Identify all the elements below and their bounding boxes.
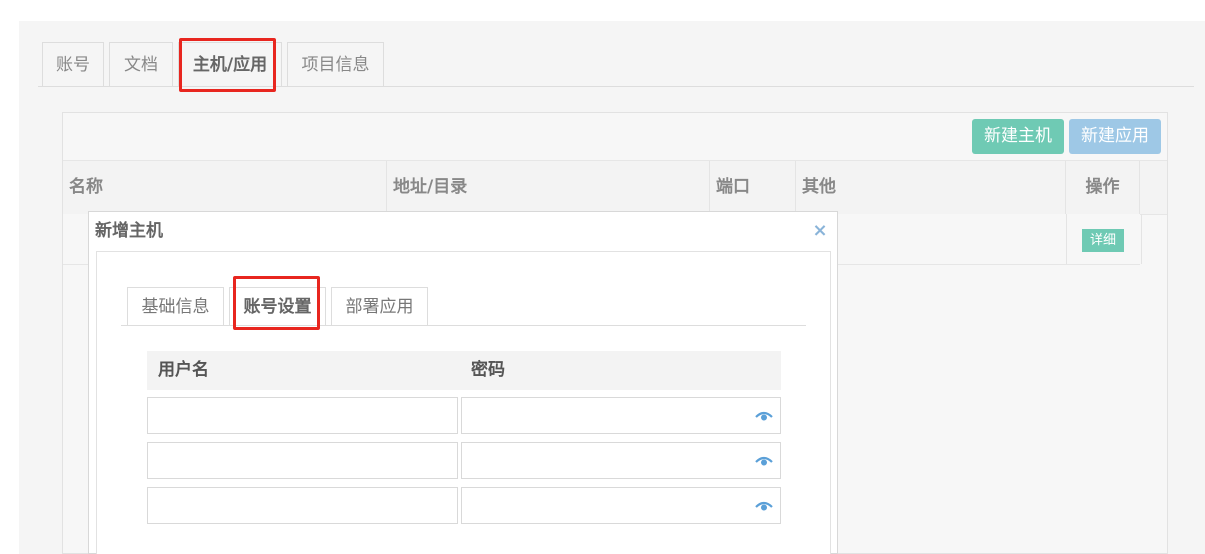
tab-account[interactable]: 账号: [42, 42, 104, 86]
highlight-box-host-app: [179, 38, 276, 92]
eye-icon[interactable]: [755, 410, 773, 422]
dialog-title: 新增主机: [95, 221, 163, 241]
column-header-username: 用户名: [158, 360, 209, 380]
column-header-password: 密码: [471, 360, 505, 380]
tab-project-info[interactable]: 项目信息: [287, 42, 384, 86]
username-input[interactable]: [147, 442, 458, 479]
detail-button[interactable]: 详细: [1082, 229, 1124, 252]
close-icon[interactable]: ×: [812, 220, 828, 242]
table-header: 名称 地址/目录 端口 其他 操作: [63, 160, 1167, 215]
eye-icon[interactable]: [755, 500, 773, 512]
column-header-port[interactable]: 端口: [710, 161, 796, 214]
username-input[interactable]: [147, 487, 458, 524]
tab-deploy-app[interactable]: 部署应用: [331, 287, 428, 326]
highlight-box-account-settings: [233, 276, 320, 330]
password-input[interactable]: [461, 487, 781, 524]
tab-docs[interactable]: 文档: [109, 42, 173, 86]
password-input[interactable]: [461, 397, 781, 434]
eye-icon[interactable]: [755, 455, 773, 467]
column-header-action[interactable]: 操作: [1066, 161, 1140, 214]
new-app-button[interactable]: 新建应用: [1069, 119, 1161, 154]
account-table-header: 用户名 密码: [147, 351, 781, 390]
dialog-tab-divider: [121, 325, 806, 326]
password-input[interactable]: [461, 442, 781, 479]
column-header-address[interactable]: 地址/目录: [387, 161, 710, 214]
username-input[interactable]: [147, 397, 458, 434]
column-header-other[interactable]: 其他: [796, 161, 1066, 214]
tab-basic-info[interactable]: 基础信息: [127, 287, 224, 326]
new-host-button[interactable]: 新建主机: [972, 119, 1064, 154]
column-header-name[interactable]: 名称: [63, 161, 387, 214]
